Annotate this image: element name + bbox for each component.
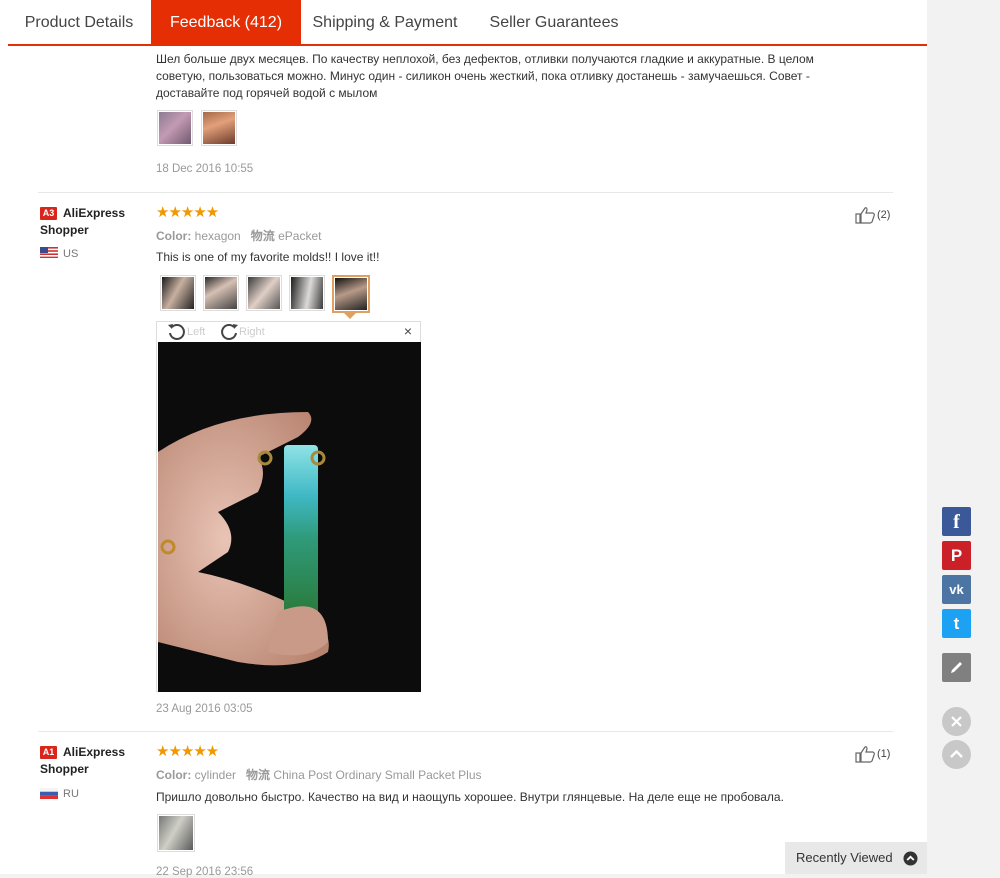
twitter-icon[interactable]: t: [942, 609, 971, 638]
review-text-line: Шел больше двух месяцев. По качеству неп…: [156, 52, 814, 66]
thumbs-up-icon: [855, 746, 875, 763]
review-date: 23 Aug 2016 03:05: [156, 703, 253, 715]
helpful-count: (1): [877, 747, 891, 760]
review-photo-thumbnail[interactable]: [157, 110, 193, 146]
review-photo-thumbnail[interactable]: [246, 275, 282, 311]
review-text-line: доставайте под горячей водой с мылом: [156, 86, 378, 100]
thumbs-up-icon: [855, 207, 875, 224]
reviewer-name-cont: Shopper: [40, 762, 89, 776]
tab-feedback[interactable]: Feedback (412): [151, 0, 301, 44]
tab-seller-guarantees[interactable]: Seller Guarantees: [469, 0, 639, 44]
reviewer-name: AliExpress: [63, 206, 126, 220]
reviewer-country: US: [63, 248, 79, 260]
close-icon[interactable]: ×: [404, 324, 412, 338]
review-photo-large: [158, 342, 421, 692]
pencil-icon[interactable]: [942, 653, 971, 682]
color-label: Color:: [156, 768, 192, 782]
helpful-button[interactable]: (1): [855, 745, 890, 763]
shipping-label: 物流: [250, 229, 275, 243]
tab-bar: Product Details Feedback (412) Shipping …: [8, 0, 927, 46]
rotate-left-icon: [168, 324, 185, 340]
review-photo-thumbnail-selected[interactable]: [332, 275, 370, 313]
shipping-value: ePacket: [278, 229, 322, 243]
review-separator: [38, 192, 893, 193]
chevron-up-icon: [950, 749, 963, 758]
rotate-left-label: Left: [187, 325, 206, 338]
recently-viewed-label: Recently Viewed: [796, 850, 893, 865]
feedback-panel: [0, 0, 927, 874]
vk-icon[interactable]: vk: [942, 575, 971, 604]
rating-stars: ★★★★★: [156, 204, 219, 221]
selected-thumbnail-pointer: [344, 313, 356, 319]
tab-shipping-payment[interactable]: Shipping & Payment: [301, 0, 469, 44]
review-text: Пришло довольно быстро. Качество на вид …: [156, 790, 784, 804]
reviewer-name: AliExpress: [63, 745, 126, 759]
helpful-button[interactable]: (2): [855, 206, 890, 224]
review-date: 22 Sep 2016 23:56: [156, 866, 254, 878]
photo-viewer: Left Right ×: [156, 321, 421, 692]
reviewer-name-cont: Shopper: [40, 223, 89, 237]
chevron-up-icon: [903, 851, 918, 866]
back-to-top-button[interactable]: [942, 740, 971, 769]
buyer-level-badge: A3: [40, 207, 57, 220]
tab-product-details[interactable]: Product Details: [8, 0, 150, 44]
review-photo-thumbnail[interactable]: [157, 814, 195, 852]
review-separator: [38, 731, 893, 732]
close-share-icon[interactable]: [942, 707, 971, 736]
rotate-left-button[interactable]: Left: [167, 323, 205, 341]
review-photo-thumbnail[interactable]: [160, 275, 196, 311]
shipping-value: China Post Ordinary Small Packet Plus: [273, 768, 482, 782]
review-photo-thumbnail[interactable]: [203, 275, 239, 311]
pinterest-icon[interactable]: P: [942, 541, 971, 570]
us-flag-icon: [40, 247, 58, 258]
shipping-label: 物流: [246, 768, 271, 782]
color-value: cylinder: [194, 768, 237, 782]
reviewer-country: RU: [63, 788, 79, 800]
viewer-toolbar: Left Right ×: [157, 322, 420, 342]
rotate-right-icon: [221, 324, 238, 340]
buyer-level-badge: A1: [40, 746, 57, 759]
rating-stars: ★★★★★: [156, 743, 219, 760]
rotate-right-button[interactable]: Right: [219, 323, 265, 341]
ru-flag-icon: [40, 788, 58, 799]
recently-viewed-button[interactable]: Recently Viewed: [785, 842, 927, 874]
review-date: 18 Dec 2016 10:55: [156, 163, 254, 175]
review-photo-thumbnail[interactable]: [289, 275, 325, 311]
review-photo-thumbnail[interactable]: [201, 110, 237, 146]
facebook-icon[interactable]: f: [942, 507, 971, 536]
review-text: This is one of my favorite molds!! I lov…: [156, 250, 380, 264]
color-value: hexagon: [194, 229, 241, 243]
order-info: Color: hexagon 物流 ePacket: [156, 227, 321, 244]
rotate-right-label: Right: [239, 325, 265, 338]
pencil-glyph: [951, 662, 962, 673]
helpful-count: (2): [877, 208, 891, 221]
order-info: Color: cylinder 物流 China Post Ordinary S…: [156, 766, 482, 783]
close-icon: [951, 716, 962, 727]
color-label: Color:: [156, 229, 192, 243]
review-text-line: советую, пользоваться можно. Минус один …: [156, 69, 810, 83]
